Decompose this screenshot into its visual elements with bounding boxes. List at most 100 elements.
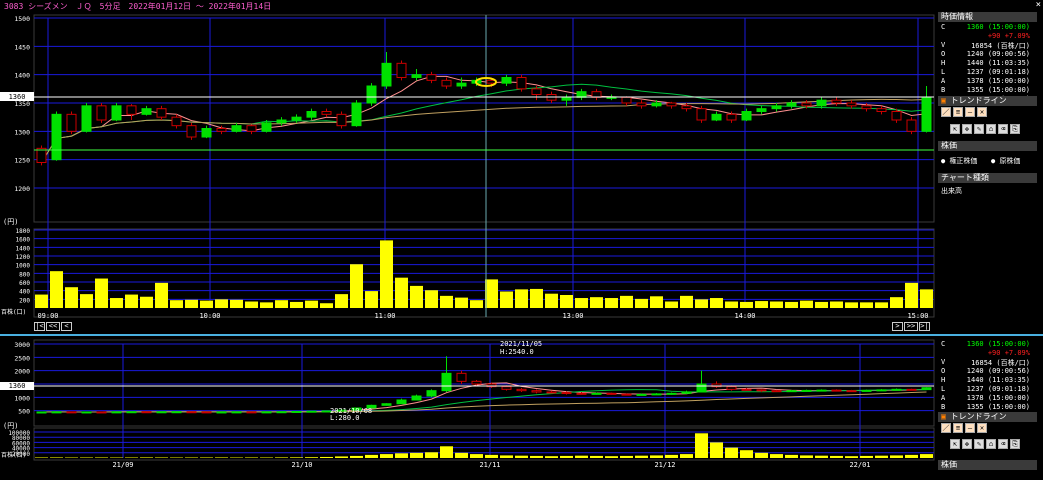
radio-raw-icon: ●: [991, 157, 996, 165]
candle-body: [621, 393, 632, 396]
candle-body: [696, 383, 707, 393]
sub-move-tool-button[interactable]: ✥: [962, 439, 972, 449]
sub-info-row: B 1355 (15:00:00): [938, 403, 1038, 412]
sub-eraser-tool-button[interactable]: ⌫: [998, 439, 1008, 449]
volume-bar: [755, 301, 768, 308]
sub-parallel-tool-button[interactable]: ≡: [953, 423, 963, 433]
volume-bar: [530, 288, 543, 308]
volume-bar: [305, 300, 318, 308]
nav-prev-button[interactable]: <: [61, 322, 72, 331]
radio-adjusted[interactable]: ● 権正株価: [941, 156, 977, 166]
volume-bar: [380, 454, 393, 458]
candle-body: [426, 74, 437, 81]
sub-price-area: [33, 339, 935, 427]
volume-bar: [815, 455, 828, 458]
eraser-tool-button[interactable]: ⌫: [998, 124, 1008, 134]
x-tick-label: 21/09: [112, 461, 133, 469]
candle-body: [816, 99, 827, 107]
sub-vol-unit: (円): [3, 422, 18, 430]
annot-high-value: H:2540.0: [500, 348, 534, 356]
candle-body: [441, 372, 452, 392]
candle-body: [381, 403, 392, 406]
nav-last-button[interactable]: >|: [919, 322, 930, 331]
volume-bar: [155, 282, 168, 308]
volume-bar: [290, 301, 303, 308]
volume-bar: [95, 457, 108, 458]
annot-high-date: 2021/11/05: [500, 340, 542, 348]
volume-bar: [755, 452, 768, 458]
candle-body: [501, 77, 512, 84]
candle-body: [96, 105, 107, 121]
volume-bar: [665, 454, 678, 458]
volume-bar: [545, 293, 558, 308]
sub-trendline-tool-button[interactable]: ／: [941, 423, 951, 433]
main-info-key: A: [941, 77, 946, 85]
volume-bar: [110, 298, 123, 308]
candle-body: [36, 411, 47, 414]
candle-body: [681, 105, 692, 110]
volume-bar: [395, 453, 408, 458]
delete-tool-button[interactable]: ✕: [977, 107, 987, 117]
sub-trendline-label: トレンドライン: [950, 412, 1007, 421]
y-tick-label: 1200: [14, 185, 30, 193]
quote-info-header: 時価情報: [938, 12, 1037, 22]
volume-bar: [590, 297, 603, 308]
candle-body: [306, 111, 317, 118]
sub-info-row: H 1440 (11:03:35): [938, 376, 1038, 385]
sub-copy-tool-button[interactable]: ⎘: [1010, 439, 1020, 449]
candle-body: [921, 387, 932, 391]
chart-kind-header: チャート種類: [938, 173, 1037, 183]
volume-bar: [620, 455, 633, 458]
trendline-tool-button[interactable]: ／: [941, 107, 951, 117]
sub-edit-tool-button[interactable]: ✎: [974, 439, 984, 449]
candle-body: [51, 411, 62, 414]
sub-info-key: V: [941, 358, 946, 366]
candle-body: [321, 111, 332, 115]
vol-tick-label: 600: [19, 280, 30, 287]
candle-body: [546, 391, 557, 394]
candle-body: [201, 411, 212, 414]
candle-body: [261, 411, 272, 414]
candle-body: [861, 389, 872, 392]
nav-first-button[interactable]: |<: [34, 322, 45, 331]
close-icon[interactable]: ×: [1036, 0, 1041, 10]
volume-bar: [155, 457, 168, 458]
candle-body: [891, 388, 902, 391]
nav-next-page-button[interactable]: >>: [904, 322, 918, 331]
chart-kind-value[interactable]: 出来高: [941, 186, 962, 196]
volume-bar: [125, 294, 138, 308]
horizontal-tool-button[interactable]: —: [965, 107, 975, 117]
radio-raw[interactable]: ● 原株価: [991, 156, 1020, 166]
sub-select-tool-button[interactable]: ⇱: [950, 439, 960, 449]
volume-bar: [500, 455, 513, 458]
candle-body: [516, 388, 527, 392]
volume-bar: [305, 457, 318, 458]
candle-body: [186, 411, 197, 414]
trendline-icon: ▣: [941, 96, 946, 105]
y-tick-label: 1250: [14, 157, 30, 165]
volume-bar: [335, 456, 348, 458]
volume-bar: [275, 457, 288, 458]
volume-bar: [470, 454, 483, 458]
volume-bar: [875, 455, 888, 458]
main-info-key: V: [941, 41, 946, 49]
x-tick-label: 21/12: [654, 461, 675, 469]
main-info-value: 1360 (15:00:00): [966, 23, 1030, 31]
price-marker: 1360: [9, 93, 26, 101]
move-tool-button[interactable]: ✥: [962, 124, 972, 134]
volume-bar: [95, 278, 108, 308]
pin-tool-button[interactable]: ⌂: [986, 124, 996, 134]
volume-bar: [455, 297, 468, 308]
volume-bar: [920, 289, 933, 308]
sub-pin-tool-button[interactable]: ⌂: [986, 439, 996, 449]
edit-tool-button[interactable]: ✎: [974, 124, 984, 134]
select-tool-button[interactable]: ⇱: [950, 124, 960, 134]
candle-body: [726, 113, 737, 121]
nav-prev-page-button[interactable]: <<: [46, 322, 60, 331]
copy-tool-button[interactable]: ⎘: [1010, 124, 1020, 134]
sub-delete-tool-button[interactable]: ✕: [977, 423, 987, 433]
sub-horizontal-tool-button[interactable]: —: [965, 423, 975, 433]
candle-body: [771, 390, 782, 393]
parallel-tool-button[interactable]: ≡: [953, 107, 963, 117]
nav-next-button[interactable]: >: [892, 322, 903, 331]
